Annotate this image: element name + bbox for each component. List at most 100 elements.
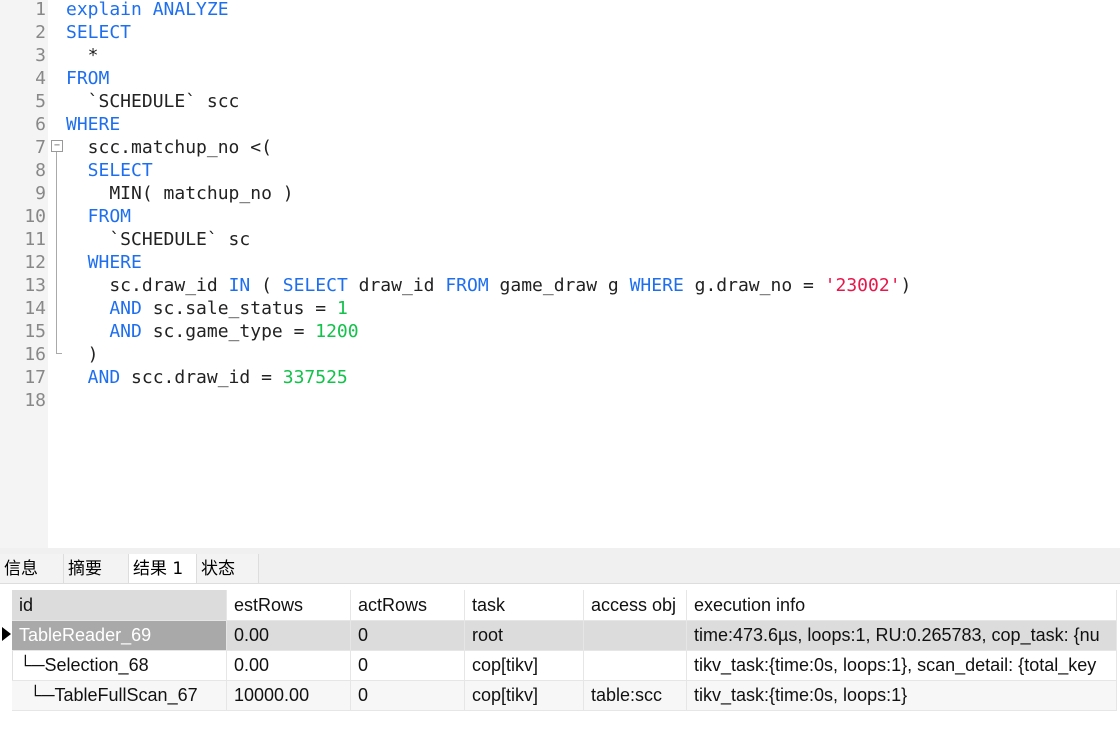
line-number: 8 [35,160,46,181]
table-cell[interactable]: 0 [350,680,465,711]
line-number: 9 [35,183,46,204]
code-token: WHERE [66,252,142,273]
code-line: AND scc.draw_id = 337525 [66,366,348,389]
code-token: SELECT [282,275,348,296]
code-token: SELECT [66,160,153,181]
column-header[interactable]: id [12,590,227,621]
code-token: scc.draw_id = [120,367,283,388]
table-cell[interactable] [583,620,687,651]
code-token: WHERE [629,275,684,296]
table-cell[interactable]: cop[tikv] [464,650,584,681]
table-row[interactable]: └─Selection_68 0.00 0 cop[tikv] tikv_task:{t… [12,650,1117,681]
code-line: `SCHEDULE` sc [66,228,250,251]
code-token: sc.draw_id [66,275,229,296]
fold-guide-line [56,152,57,353]
code-token: WHERE [66,114,121,135]
line-number: 17 [24,367,46,388]
code-token: explain ANALYZE [66,0,229,20]
result-table: id estRows actRows task access obj execution … [12,590,1117,711]
line-number: 11 [24,229,46,250]
code-token: scc.matchup_no <( [66,137,272,158]
code-token: sc.game_type = [141,321,316,342]
line-number: 2 [35,22,46,43]
code-token: '23002' [824,275,901,296]
line-number: 4 [35,68,46,89]
table-cell[interactable]: 0.00 [226,650,351,681]
table-cell[interactable]: 0 [350,620,465,651]
tab-3[interactable]: 状态 [197,554,259,583]
code-token: * [66,45,99,66]
line-number: 10 [24,206,46,227]
table-cell[interactable]: tikv_task:{time:0s, loops:1}, scan_detai… [686,650,1117,681]
code-token: sc.sale_status = [141,298,337,319]
code-line: * [66,44,99,67]
code-token: IN [228,275,251,296]
table-cell[interactable]: 0 [350,650,465,681]
current-row-arrow-icon [2,627,11,641]
table-cell[interactable]: time:473.6µs, loops:1, RU:0.265783, cop_… [686,620,1117,651]
column-header[interactable]: execution info [686,590,1117,621]
code-line: SELECT [66,21,131,44]
line-number: 13 [24,275,46,296]
column-header[interactable]: actRows [350,590,465,621]
code-line: AND sc.sale_status = 1 [66,297,347,320]
code-token: `SCHEDULE` scc [66,91,240,112]
code-line: explain ANALYZE [66,0,229,21]
table-cell[interactable]: root [464,620,584,651]
code-token: ) [66,344,99,365]
table-cell[interactable]: └─TableFullScan_67 [12,680,227,711]
code-token: SELECT [66,22,132,43]
line-number: 16 [24,344,46,365]
code-line: WHERE [66,251,142,274]
code-line: SELECT [66,159,153,182]
table-cell[interactable] [583,650,687,681]
table-header-row: id estRows actRows task access obj execution … [12,590,1117,621]
line-number: 18 [24,390,46,411]
table-row[interactable]: TableReader_69 0.00 0 root time:473.6µs, loo… [12,620,1117,651]
code-token: FROM [66,206,132,227]
line-number: 12 [24,252,46,273]
code-line: ) [66,343,99,366]
table-cell[interactable]: tikv_task:{time:0s, loops:1} [686,680,1117,711]
table-cell[interactable]: table:scc [583,680,687,711]
line-number: 3 [35,45,46,66]
column-header[interactable]: access obj [583,590,687,621]
code-token: game_draw g [488,275,630,296]
tab-2[interactable]: 结果 1 [129,554,197,583]
table-row[interactable]: └─TableFullScan_67 10000.00 0 cop[tikv] tabl… [12,680,1117,711]
code-token: 1200 [315,321,359,342]
column-header[interactable]: estRows [226,590,351,621]
fold-collapse-icon[interactable]: − [51,140,63,152]
code-token: ( [250,275,283,296]
code-line: FROM [66,67,109,90]
sql-editor[interactable]: − 1 explain ANALYZE 2 SELECT 3 * 4 FROM 5 `SCHE… [0,0,1120,548]
code-token: 337525 [282,367,348,388]
code-line: FROM [66,205,131,228]
code-token: g.draw_no = [683,275,825,296]
code-token: FROM [445,275,489,296]
line-number: 1 [35,0,46,20]
code-line: MIN( matchup_no ) [66,182,294,205]
code-line: `SCHEDULE` scc [66,90,240,113]
table-cell[interactable]: cop[tikv] [464,680,584,711]
result-tabs: 信息 摘要 结果 1 状态 [0,554,1120,584]
code-line: scc.matchup_no <( [66,136,272,159]
table-cell[interactable]: └─Selection_68 [12,650,227,681]
line-number: 14 [24,298,46,319]
code-line: sc.draw_id IN ( SELECT draw_id FROM game… [66,274,911,297]
code-token: ) [900,275,912,296]
table-cell[interactable]: TableReader_69 [12,620,227,651]
code-token: MIN( matchup_no ) [66,183,294,204]
code-token: draw_id [347,275,446,296]
table-cell[interactable]: 0.00 [226,620,351,651]
code-token: AND [66,367,121,388]
tab-0[interactable]: 信息 [0,554,64,583]
column-header[interactable]: task [464,590,584,621]
line-number: 7 [35,137,46,158]
code-token: AND [66,321,142,342]
code-token: `SCHEDULE` sc [66,229,251,250]
table-cell[interactable]: 10000.00 [226,680,351,711]
line-number: 15 [24,321,46,342]
code-line: AND sc.game_type = 1200 [66,320,359,343]
tab-1[interactable]: 摘要 [64,554,129,583]
